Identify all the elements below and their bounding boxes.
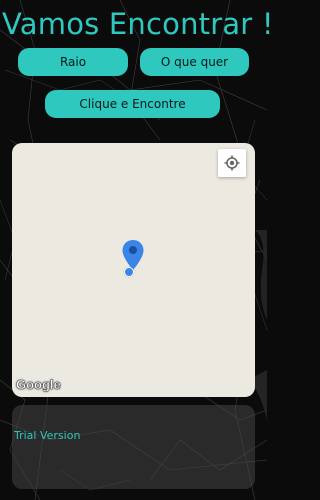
trial-banner: Trial Version [12, 405, 255, 489]
trial-version-label: Trial Version [14, 429, 81, 442]
my-location-button[interactable] [218, 149, 246, 177]
my-location-icon [224, 155, 240, 171]
clique-e-encontre-button[interactable]: Clique e Encontre [45, 90, 220, 118]
raio-button[interactable]: Raio [18, 48, 128, 76]
map-pin-icon[interactable] [121, 239, 145, 271]
google-logo: Google [16, 377, 61, 393]
o-que-quer-button[interactable]: O que quer [140, 48, 249, 76]
map-view[interactable]: Google [12, 143, 255, 397]
page-title: Vamos Encontrar ! [2, 7, 274, 41]
current-location-dot [124, 267, 134, 277]
